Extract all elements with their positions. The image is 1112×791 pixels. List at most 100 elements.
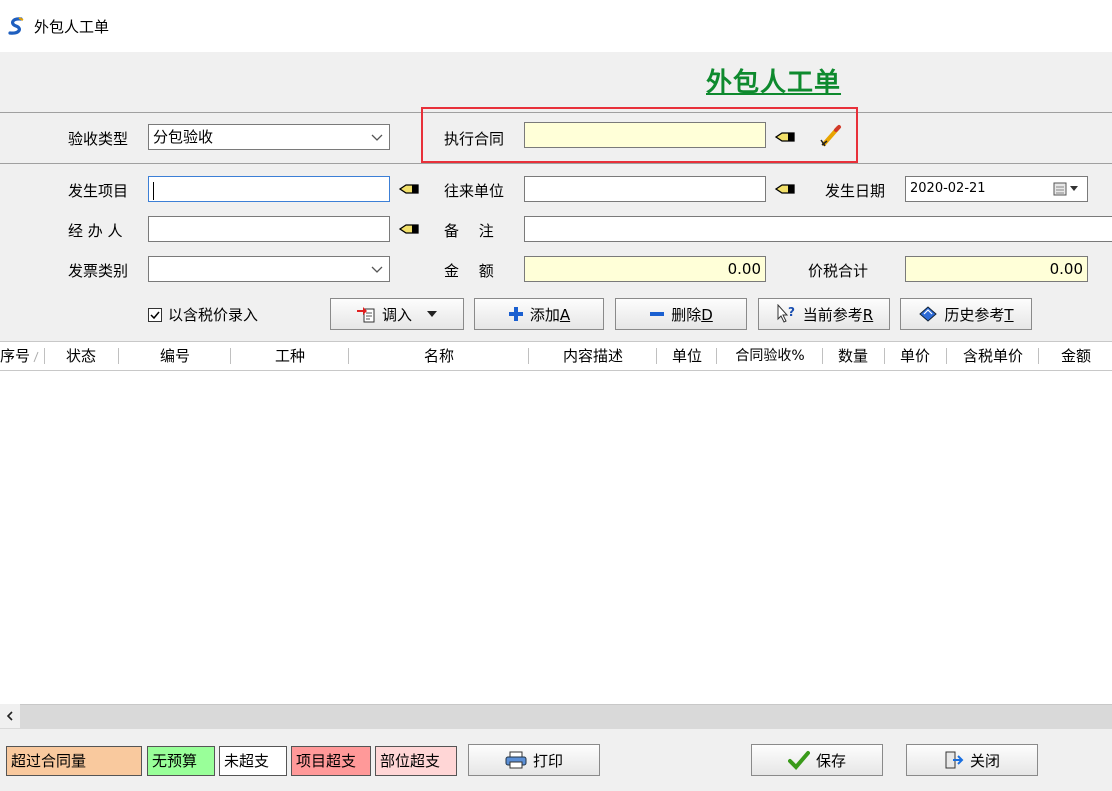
column-separator <box>884 348 885 364</box>
history-book-icon <box>919 306 938 322</box>
column-separator <box>946 348 947 364</box>
current-ref-shortcut: R <box>862 305 874 324</box>
date-value: 2020-02-21 <box>910 181 986 196</box>
date-picker[interactable]: 2020-02-21 <box>905 176 1088 202</box>
close-label: 关闭 <box>969 751 1000 770</box>
print-button[interactable]: 打印 <box>468 744 600 776</box>
calendar-dropdown-icon[interactable] <box>1053 182 1081 196</box>
exit-door-icon <box>945 751 964 769</box>
legend-no-budget: 无预算 <box>147 746 215 776</box>
pointing-hand-lookup-icon[interactable] <box>398 222 420 236</box>
column-separator <box>118 348 119 364</box>
svg-text:?: ? <box>788 305 795 319</box>
text-caret <box>153 182 154 200</box>
chevron-down-icon <box>371 266 383 273</box>
import-label: 调入 <box>381 305 412 324</box>
column-header-name[interactable]: 名称 <box>350 342 528 370</box>
tax-included-checkbox[interactable]: 以含税价录入 <box>148 304 258 325</box>
column-separator <box>716 348 717 364</box>
grid-body[interactable] <box>0 371 1112 704</box>
history-ref-label: 历史参考 <box>944 305 1005 324</box>
amount-input[interactable]: 0.00 <box>524 256 766 282</box>
tax-included-label: 以含税价录入 <box>168 306 259 324</box>
minus-icon <box>650 312 665 316</box>
checkmark-icon <box>150 311 160 319</box>
grid-header: 序号 状态 编号 工种 名称 内容描述 单位 合同验收% 数量 单价 含税单价 … <box>0 341 1112 371</box>
remark-label: 备 注 <box>444 222 494 240</box>
date-label: 发生日期 <box>825 182 886 200</box>
eraser-clear-icon[interactable] <box>818 124 844 148</box>
column-header-seq[interactable]: 序号 <box>0 342 30 370</box>
add-label-wrap: 添加A <box>530 304 570 325</box>
cursor-help-icon: ? <box>777 304 795 323</box>
add-label: 添加 <box>529 305 560 324</box>
delete-label-wrap: 删除D <box>671 304 713 325</box>
form-title: 外包人工单 <box>706 68 842 98</box>
chevron-down-icon <box>371 134 383 141</box>
print-label: 打印 <box>532 751 563 770</box>
current-ref-label-wrap: 当前参考R <box>803 304 873 325</box>
column-header-work-type[interactable]: 工种 <box>232 342 348 370</box>
project-label: 发生项目 <box>68 182 129 200</box>
pointing-hand-lookup-icon[interactable] <box>774 182 796 196</box>
scroll-left-button[interactable] <box>0 704 20 728</box>
column-header-description[interactable]: 内容描述 <box>530 342 656 370</box>
legend-not-over: 未超支 <box>219 746 287 776</box>
current-reference-button[interactable]: ? 当前参考R <box>758 298 890 330</box>
partner-input[interactable] <box>524 176 766 202</box>
horizontal-scrollbar[interactable] <box>0 704 1112 729</box>
add-shortcut: A <box>559 305 571 324</box>
column-header-unit[interactable]: 单位 <box>658 342 716 370</box>
history-ref-shortcut: T <box>1004 305 1014 324</box>
remark-input[interactable] <box>524 216 1112 242</box>
column-separator <box>822 348 823 364</box>
amount-label: 金 额 <box>444 262 494 280</box>
column-separator <box>230 348 231 364</box>
delete-button[interactable]: 删除D <box>615 298 747 330</box>
project-input[interactable] <box>148 176 390 202</box>
contract-label: 执行合同 <box>444 130 505 148</box>
caret-down-icon <box>427 311 437 317</box>
invoice-type-select[interactable] <box>148 256 390 282</box>
checkmark-save-icon <box>787 751 810 770</box>
save-button[interactable]: 保存 <box>751 744 883 776</box>
legend-project-over: 项目超支 <box>291 746 371 776</box>
printer-icon <box>505 751 527 769</box>
column-separator <box>348 348 349 364</box>
save-label: 保存 <box>815 751 846 770</box>
import-button[interactable]: 调入 <box>330 298 464 330</box>
column-header-unit-price[interactable]: 单价 <box>886 342 944 370</box>
history-ref-label-wrap: 历史参考T <box>944 304 1013 325</box>
history-reference-button[interactable]: 历史参考T <box>900 298 1032 330</box>
column-header-amount[interactable]: 金额 <box>1040 342 1112 370</box>
total-tax-input[interactable]: 0.00 <box>905 256 1088 282</box>
pointing-hand-lookup-icon[interactable] <box>774 130 796 144</box>
column-header-contract-acceptance[interactable]: 合同验收% <box>718 342 822 370</box>
column-header-quantity[interactable]: 数量 <box>824 342 882 370</box>
column-separator <box>528 348 529 364</box>
contract-input[interactable] <box>524 122 766 148</box>
add-button[interactable]: 添加A <box>474 298 604 330</box>
column-header-code[interactable]: 编号 <box>120 342 230 370</box>
chevron-left-icon <box>6 711 13 721</box>
checkbox-box[interactable] <box>148 307 162 322</box>
column-header-status[interactable]: 状态 <box>46 342 116 370</box>
title-bar <box>0 0 1112 52</box>
total-tax-label: 价税合计 <box>808 262 869 280</box>
acceptance-type-select[interactable]: 分包验收 <box>148 124 390 150</box>
delete-label: 删除 <box>671 305 702 324</box>
column-header-tax-unit-price[interactable]: 含税单价 <box>948 342 1038 370</box>
app-logo-icon <box>8 17 24 35</box>
legend-part-over: 部位超支 <box>375 746 457 776</box>
handler-input[interactable] <box>148 216 390 242</box>
column-separator <box>44 348 45 364</box>
handler-label: 经 办 人 <box>68 222 123 240</box>
sort-indicator-icon <box>33 351 39 363</box>
column-separator <box>1038 348 1039 364</box>
pointing-hand-lookup-icon[interactable] <box>398 182 420 196</box>
delete-shortcut: D <box>701 305 713 324</box>
invoice-type-label: 发票类别 <box>68 262 129 280</box>
close-button[interactable]: 关闭 <box>906 744 1038 776</box>
header-separator <box>0 163 1112 164</box>
acceptance-type-label: 验收类型 <box>68 130 129 148</box>
